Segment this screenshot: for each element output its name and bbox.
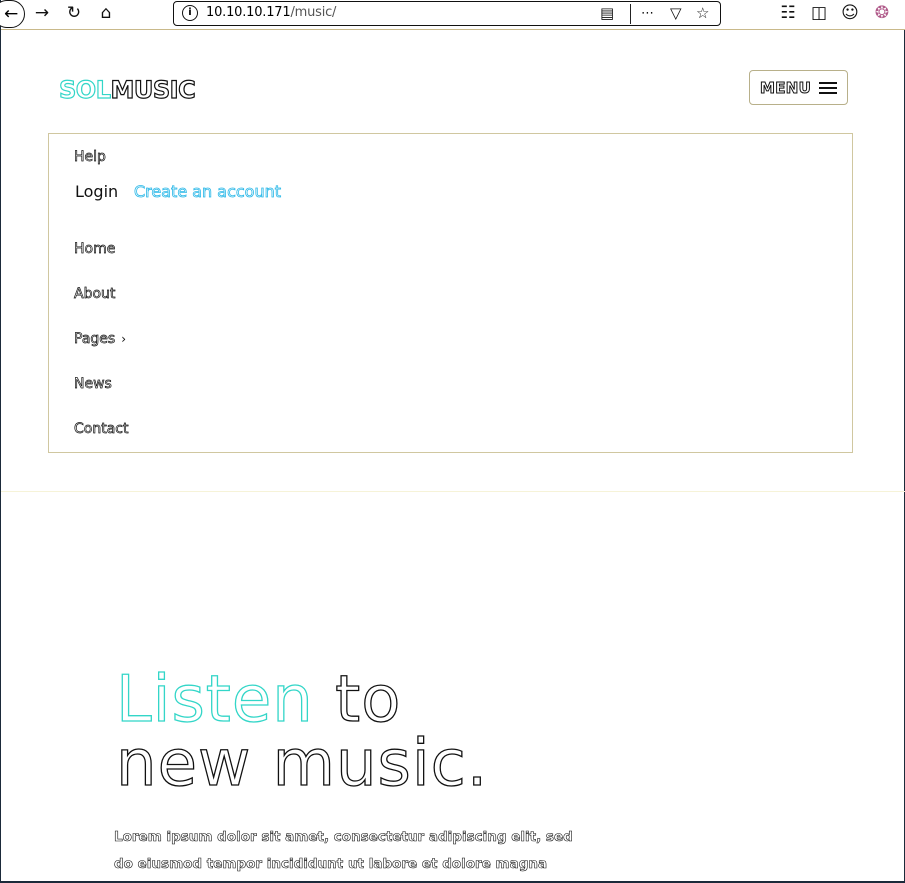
hero-title: Listen to new music.: [115, 667, 488, 796]
page-actions-icon[interactable]: ⋯: [641, 6, 654, 21]
url-text[interactable]: 10.10.10.171/music/: [206, 5, 336, 20]
hero-title-line2: new music.: [115, 727, 489, 801]
browser-window: ← → ↻ ⌂ i 10.10.10.171/music/ ▤ ⋯ ▽ ☆ ☷ …: [0, 0, 905, 883]
nav-item-news[interactable]: News: [74, 376, 113, 393]
forward-arrow-icon[interactable]: →: [31, 2, 53, 24]
extension-icon[interactable]: ❂: [871, 2, 893, 24]
account-icon[interactable]: ☺: [839, 2, 861, 24]
nav-item-contact[interactable]: Contact: [74, 421, 129, 438]
site-logo[interactable]: SOLMUSIC: [58, 75, 196, 104]
nav-item-pages-label: Pages: [74, 331, 116, 348]
back-arrow-icon: ←: [4, 4, 19, 24]
url-host: 10.10.10.171: [206, 5, 291, 20]
sidebar-icon[interactable]: ◫: [808, 2, 830, 24]
menu-button[interactable]: MENU: [749, 70, 848, 105]
library-icon[interactable]: ☷: [777, 2, 799, 24]
login-link[interactable]: Login: [75, 182, 118, 201]
reader-view-icon[interactable]: ▤: [600, 4, 614, 22]
nav-item-home[interactable]: Home: [74, 241, 116, 258]
dropdown-menu: Help Login Create an account Home About …: [48, 133, 853, 453]
hero-title-line1-rest: to: [335, 663, 402, 737]
help-link[interactable]: Help: [74, 149, 107, 166]
site-info-icon[interactable]: i: [182, 5, 198, 21]
browser-toolbar: ← → ↻ ⌂ i 10.10.10.171/music/ ▤ ⋯ ▽ ☆ ☷ …: [0, 0, 905, 30]
header-divider: [1, 491, 905, 492]
reload-icon[interactable]: ↻: [63, 2, 85, 24]
hero-title-accent: Listen: [115, 663, 314, 737]
nav-item-about[interactable]: About: [74, 286, 116, 303]
url-path: /music/: [290, 5, 337, 20]
chevron-right-icon: ›: [121, 332, 126, 346]
logo-accent: SOL: [58, 75, 111, 104]
back-button[interactable]: ←: [0, 0, 25, 28]
pocket-icon[interactable]: ▽: [670, 4, 682, 22]
hamburger-icon: [819, 79, 838, 97]
bookmark-star-icon[interactable]: ☆: [696, 4, 709, 22]
url-divider: [630, 4, 631, 24]
create-account-link[interactable]: Create an account: [134, 182, 282, 202]
logo-main: MUSIC: [110, 75, 196, 104]
address-bar[interactable]: i 10.10.10.171/music/ ▤ ⋯ ▽ ☆: [173, 1, 721, 26]
home-icon[interactable]: ⌂: [95, 2, 117, 24]
hero-text: Lorem ipsum dolor sit amet, consectetur …: [114, 829, 573, 873]
nav-item-pages[interactable]: Pages ›: [74, 331, 126, 348]
menu-label: MENU: [759, 78, 812, 97]
